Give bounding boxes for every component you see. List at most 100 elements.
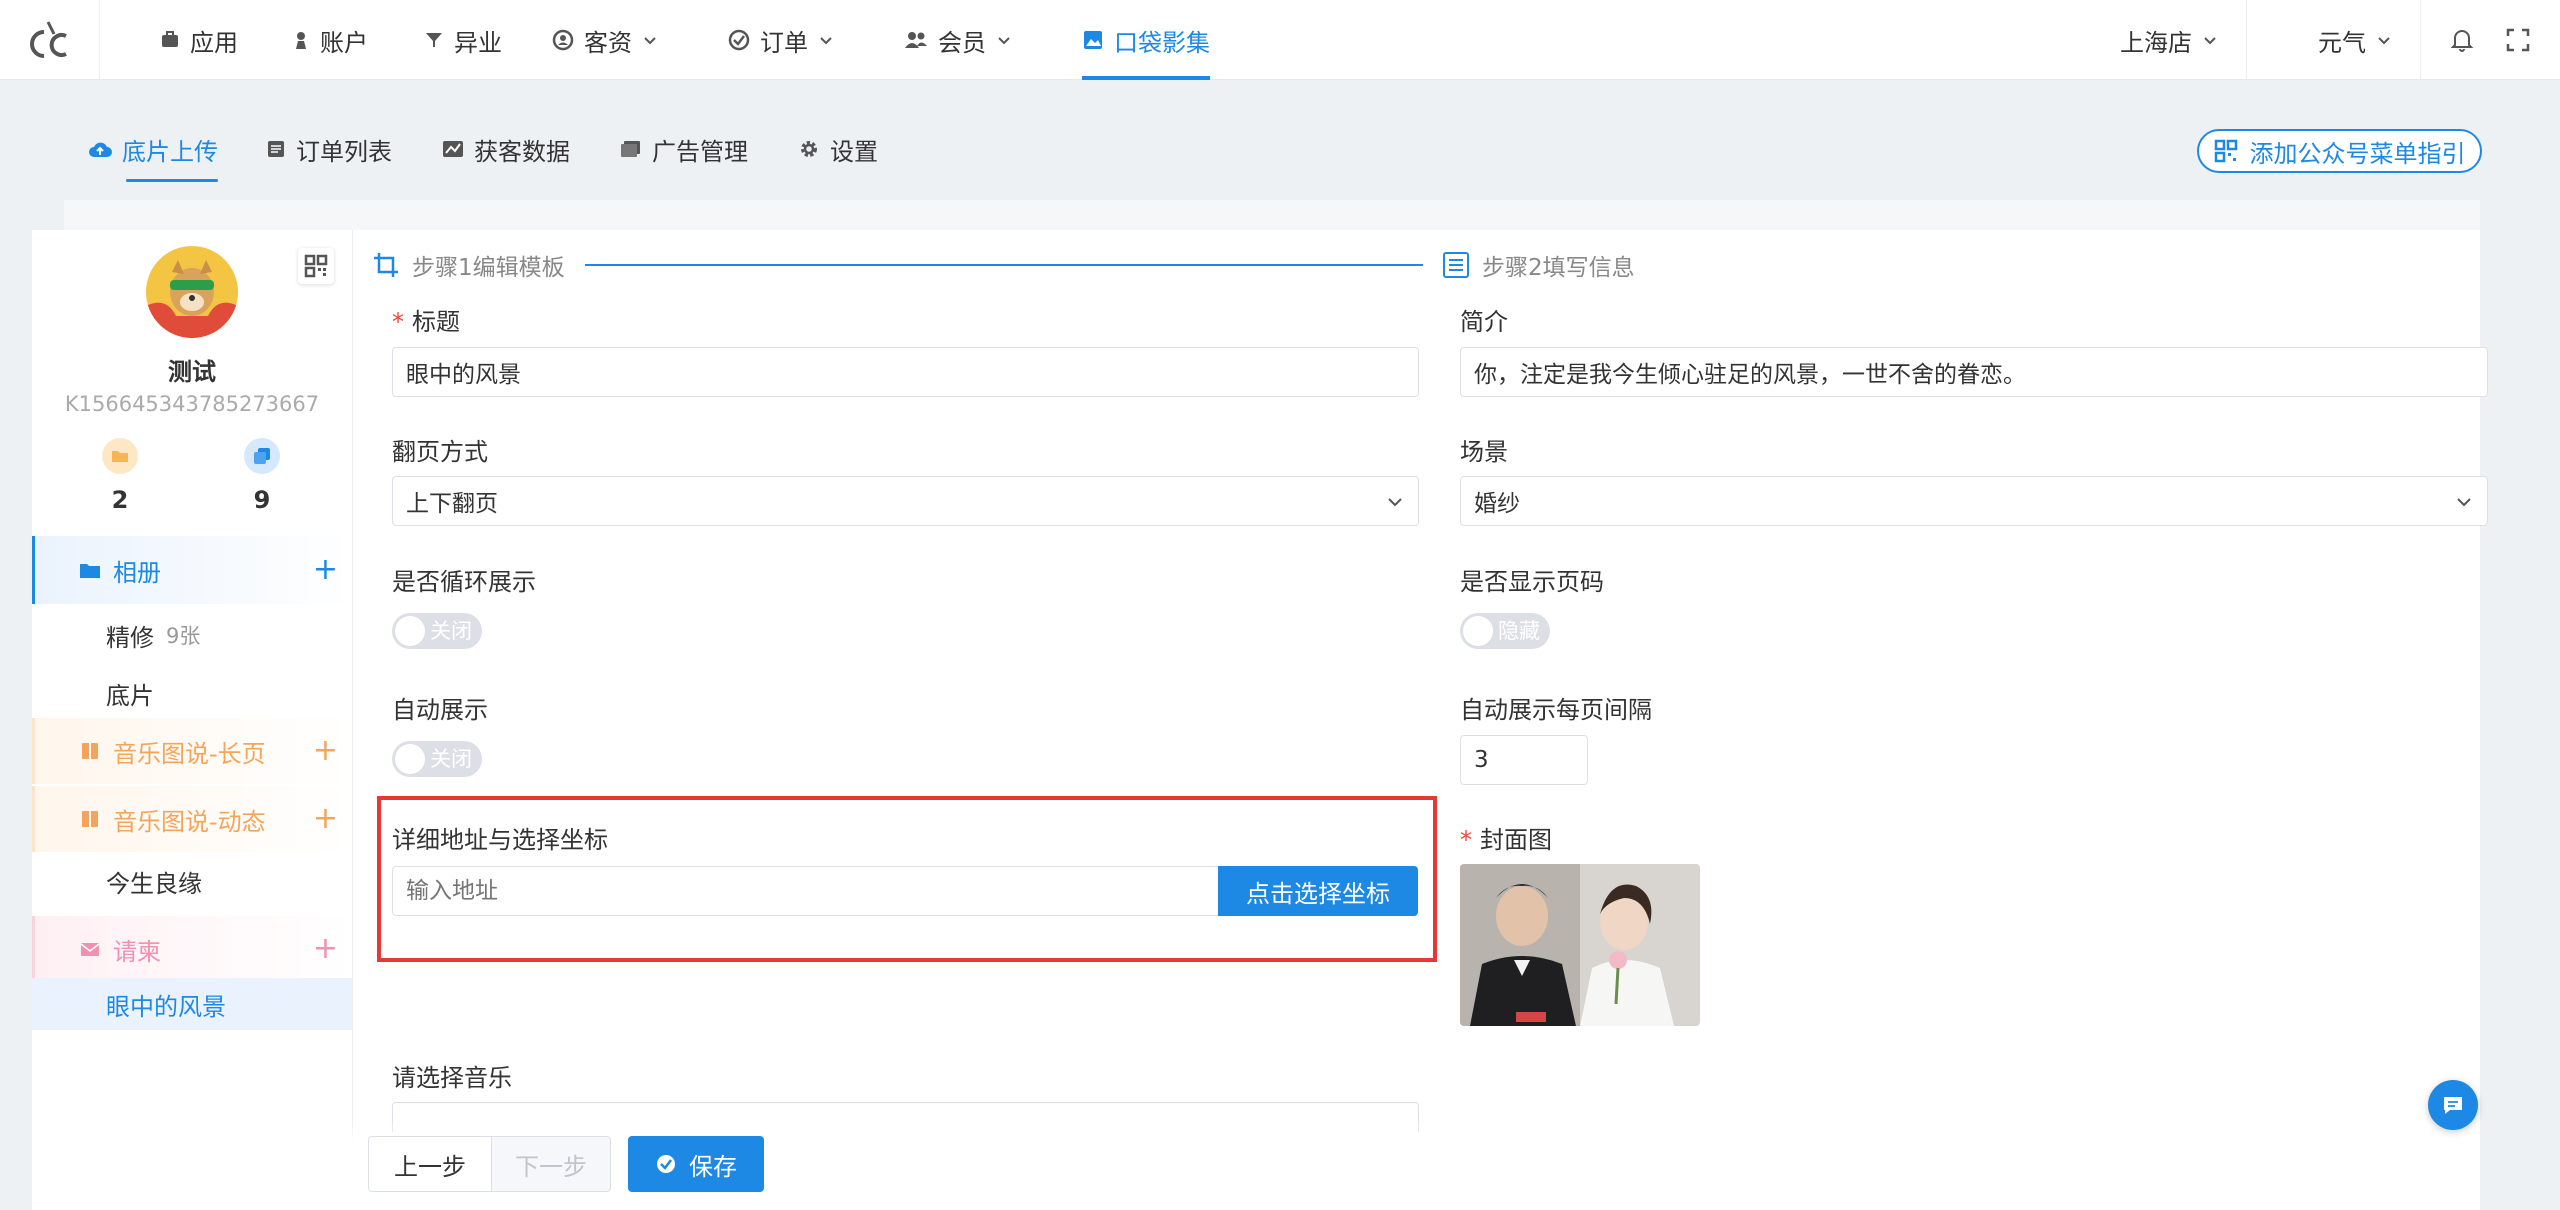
briefcase-icon — [162, 31, 178, 47]
title-input[interactable] — [392, 347, 1419, 397]
wedding-photo-icon — [1460, 864, 1700, 1026]
list-icon — [1443, 252, 1469, 278]
folder-count: 2 — [111, 486, 129, 514]
cover-image[interactable] — [1460, 864, 1700, 1026]
nav-account-label: 账户 — [320, 28, 368, 57]
filter-icon — [426, 33, 442, 47]
sidebar-item-jinsheng[interactable]: 今生良缘 — [32, 858, 352, 904]
content-header-strip — [64, 200, 2480, 230]
chat-icon — [2444, 1097, 2462, 1114]
loop-toggle[interactable]: 关闭 — [392, 613, 482, 649]
chevron-down-icon — [998, 37, 1010, 45]
sidebar-item-negatives[interactable]: 底片 — [32, 670, 352, 716]
nav-customers[interactable]: 客资 — [552, 0, 658, 80]
select-coordinate-button[interactable]: 点击选择坐标 — [1218, 866, 1418, 916]
flip-mode-value: 上下翻页 — [406, 491, 498, 517]
folder-count-icon — [102, 438, 138, 474]
flip-mode-label: 翻页方式 — [392, 438, 488, 466]
notification-button[interactable] — [2450, 0, 2474, 80]
step-2[interactable]: 步骤2填写信息 — [1442, 248, 1635, 282]
fullscreen-button[interactable] — [2506, 0, 2530, 80]
photo-count: 9 — [253, 486, 271, 514]
music-label: 请选择音乐 — [392, 1064, 512, 1092]
page-number-toggle-text: 隐藏 — [1498, 619, 1540, 643]
album-sidebar: 测试 K156645343785273667 2 9 相册 + 精修 9张 底片… — [32, 230, 352, 1210]
save-button[interactable]: 保存 — [628, 1136, 764, 1192]
tab-acquisition-data[interactable]: 获客数据 — [442, 128, 570, 170]
nav-pocket-album[interactable]: 口袋影集 — [1082, 0, 1210, 80]
title-label-text: 标题 — [412, 308, 460, 336]
add-icon[interactable]: + — [313, 736, 338, 766]
add-icon[interactable]: + — [313, 804, 338, 834]
tab-ad-management[interactable]: 广告管理 — [620, 128, 748, 170]
next-step-label: 下一步 — [515, 1152, 587, 1181]
fullscreen-icon — [2506, 28, 2530, 52]
crop-icon — [374, 253, 398, 277]
check-circle-icon — [728, 29, 750, 51]
chat-button[interactable] — [2428, 1080, 2478, 1130]
add-menu-guide-button[interactable]: 添加公众号菜单指引 — [2197, 129, 2482, 173]
sidebar-item-count: 9张 — [166, 624, 201, 648]
nav-account[interactable]: 账户 — [292, 0, 368, 80]
intro-input[interactable] — [1460, 347, 2488, 397]
gear-icon — [801, 141, 817, 157]
sidebar-group-music-long[interactable]: 音乐图说-长页 + — [32, 718, 352, 784]
sidebar-item-label: 今生良缘 — [106, 869, 202, 898]
cover-label: * 封面图 — [1460, 820, 1552, 855]
book-icon — [82, 811, 98, 827]
tab-order-list[interactable]: 订单列表 — [266, 128, 392, 170]
check-circle-icon — [657, 1155, 675, 1173]
nav-apps[interactable]: 应用 — [160, 0, 238, 80]
nav-pocket-album-label: 口袋影集 — [1114, 28, 1210, 57]
cc-logo-icon — [29, 21, 67, 58]
next-step-button[interactable]: 下一步 — [491, 1136, 611, 1192]
chevron-down-icon — [1388, 498, 1402, 507]
interval-input[interactable] — [1460, 735, 1588, 785]
select-coordinate-label: 点击选择坐标 — [1246, 879, 1390, 908]
auto-toggle[interactable]: 关闭 — [392, 741, 482, 777]
qrcode-button[interactable] — [298, 248, 334, 284]
step-1-label: 步骤1编辑模板 — [412, 255, 565, 281]
add-icon[interactable]: + — [313, 555, 338, 585]
envelope-icon — [80, 943, 100, 956]
user-menu[interactable]: 元气 — [2318, 0, 2392, 80]
sidebar-item-retouched[interactable]: 精修 9张 — [32, 612, 352, 658]
add-icon[interactable]: + — [313, 934, 338, 964]
scene-label: 场景 — [1460, 438, 1508, 466]
avatar[interactable] — [146, 246, 238, 338]
intro-label: 简介 — [1460, 308, 1508, 336]
nav-members[interactable]: 会员 — [904, 0, 1012, 80]
sidebar-item-label: 眼中的风景 — [106, 992, 226, 1021]
page-number-label: 是否显示页码 — [1460, 568, 1604, 596]
prev-step-button[interactable]: 上一步 — [368, 1136, 492, 1192]
tab-acquisition-data-label: 获客数据 — [474, 137, 570, 166]
chevron-down-icon — [644, 37, 656, 45]
interval-label: 自动展示每页间隔 — [1460, 696, 1652, 724]
sidebar-group-music-dynamic[interactable]: 音乐图说-动态 + — [32, 786, 352, 852]
sidebar-group-invitation[interactable]: 请柬 + — [32, 916, 352, 982]
required-mark: * — [1460, 826, 1472, 854]
store-selector[interactable]: 上海店 — [2120, 0, 2218, 80]
address-input[interactable] — [392, 866, 1220, 916]
flip-mode-select[interactable]: 上下翻页 — [392, 476, 1419, 526]
nav-crossindustry[interactable]: 异业 — [424, 0, 502, 80]
app-logo[interactable] — [0, 0, 100, 80]
members-icon — [905, 32, 927, 48]
chevron-down-icon — [2457, 498, 2471, 507]
prev-step-label: 上一步 — [394, 1152, 466, 1181]
tab-upload[interactable]: 底片上传 — [88, 128, 218, 182]
sidebar-item-scenery[interactable]: 眼中的风景 — [32, 978, 352, 1030]
step-1[interactable]: 步骤1编辑模板 — [372, 248, 565, 282]
nav-orders[interactable]: 订单 — [728, 0, 834, 80]
user-icon — [296, 32, 306, 49]
store-name: 上海店 — [2120, 28, 2192, 57]
toggle-knob — [395, 616, 425, 646]
scene-select[interactable]: 婚纱 — [1460, 476, 2488, 526]
sidebar-item-label: 精修 — [106, 623, 154, 652]
tab-settings-label: 设置 — [830, 137, 878, 166]
qrcode-icon — [2214, 139, 2237, 163]
page-number-toggle[interactable]: 隐藏 — [1460, 613, 1550, 649]
tab-settings[interactable]: 设置 — [798, 128, 878, 170]
toggle-knob — [395, 744, 425, 774]
sidebar-group-album[interactable]: 相册 + — [32, 536, 352, 604]
